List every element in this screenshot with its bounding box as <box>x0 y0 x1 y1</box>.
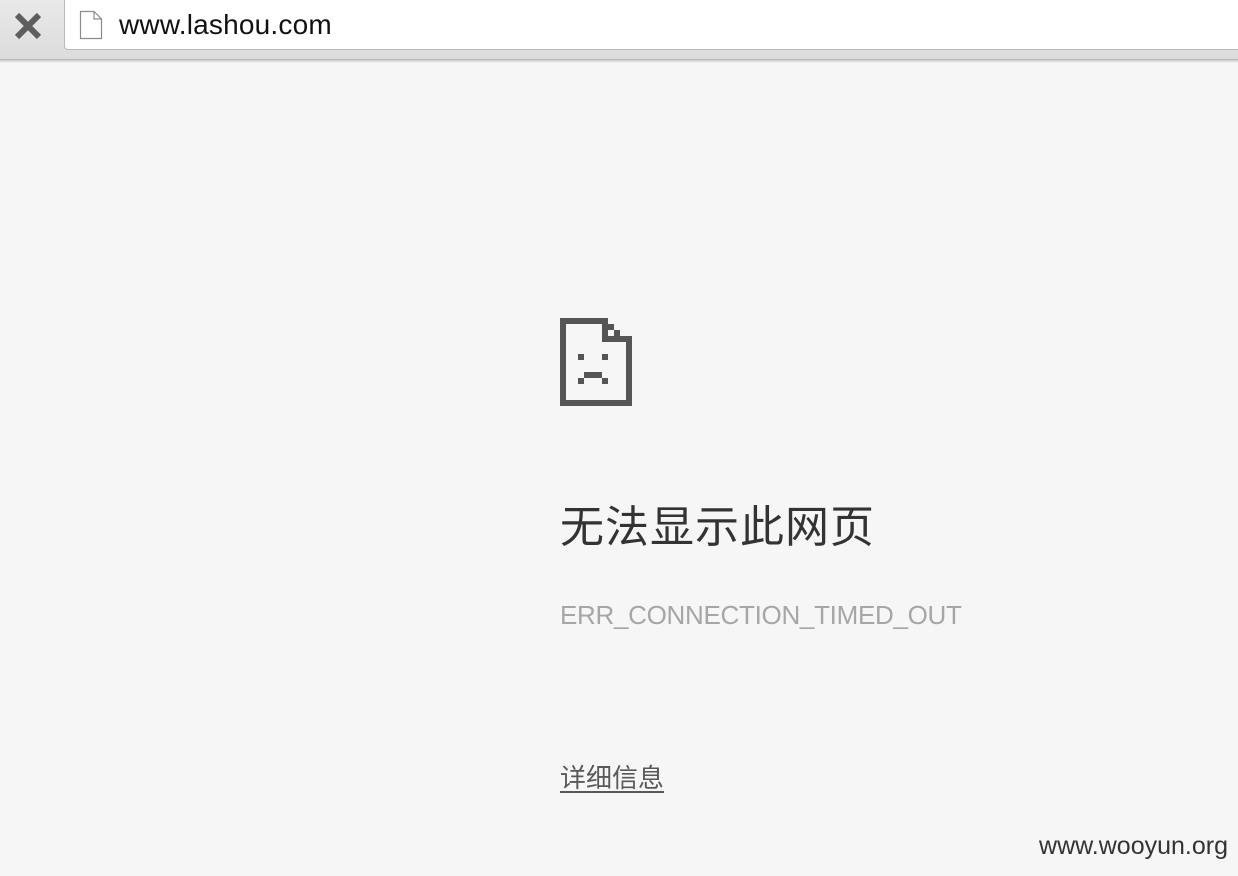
close-icon <box>14 12 42 40</box>
sad-file-icon <box>560 318 632 406</box>
error-code: ERR_CONNECTION_TIMED_OUT <box>560 600 962 630</box>
address-bar[interactable]: www.lashou.com <box>64 0 1238 50</box>
error-title: 无法显示此网页 <box>560 502 875 553</box>
url-text[interactable]: www.lashou.com <box>119 8 332 42</box>
browser-toolbar: www.lashou.com <box>0 0 1238 60</box>
details-link[interactable]: 详细信息 <box>560 762 664 796</box>
watermark: www.wooyun.org <box>1039 832 1228 860</box>
toolbar-divider <box>0 60 1238 63</box>
stop-loading-button[interactable] <box>6 6 50 46</box>
page-icon <box>79 10 103 40</box>
